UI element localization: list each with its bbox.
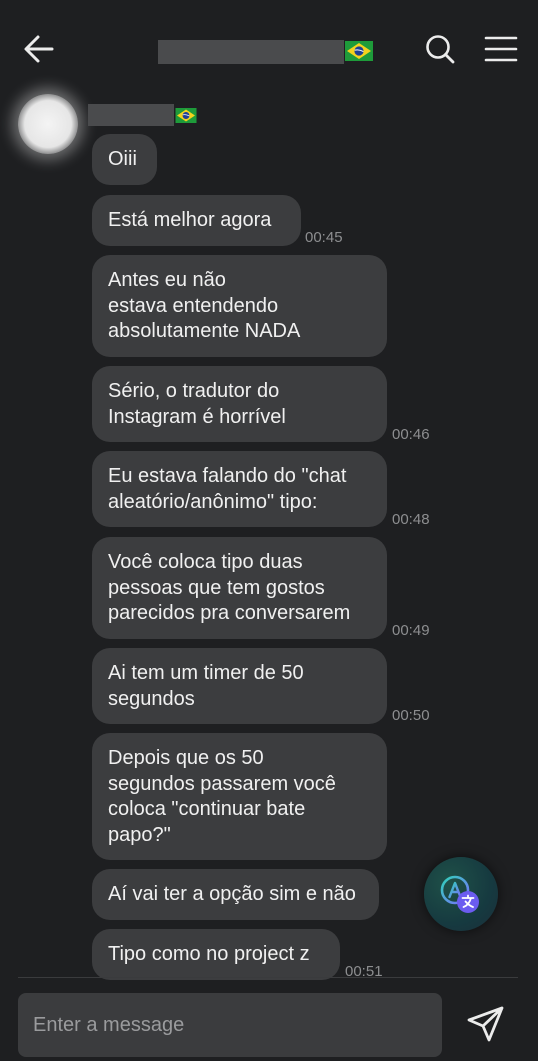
- message-timestamp: 00:46: [392, 426, 430, 443]
- composer-divider: [18, 977, 518, 978]
- hamburger-menu-icon: [484, 36, 518, 62]
- arrow-left-icon: [24, 35, 54, 63]
- chat-header: [0, 0, 538, 100]
- contact-name-redacted: [158, 40, 344, 64]
- send-paper-plane-icon: [467, 1006, 504, 1042]
- brazil-flag-icon: [345, 41, 373, 61]
- search-icon: [426, 35, 455, 64]
- message-bubble[interactable]: Tipo como no project z: [92, 929, 340, 980]
- message-bubble[interactable]: Sério, o tradutor do Instagram é horríve…: [92, 366, 387, 442]
- sender-name-redacted: [88, 104, 174, 126]
- search-button[interactable]: [424, 33, 456, 65]
- translate-button[interactable]: [424, 857, 498, 931]
- back-button[interactable]: [22, 32, 56, 66]
- message-timestamp: 00:48: [392, 511, 430, 528]
- message-timestamp: 00:49: [392, 622, 430, 639]
- message-bubble[interactable]: Aí vai ter a opção sim e não: [92, 869, 379, 920]
- message-input[interactable]: [18, 993, 442, 1057]
- message-bubble[interactable]: Eu estava falando do "chat aleatório/anô…: [92, 451, 387, 527]
- message-timestamp: 00:45: [305, 229, 343, 246]
- avatar[interactable]: [18, 94, 78, 154]
- message-timestamp: 00:50: [392, 707, 430, 724]
- menu-button[interactable]: [484, 34, 518, 64]
- message-bubble[interactable]: Depois que os 50 segundos passarem você …: [92, 733, 387, 860]
- message-bubble[interactable]: Ai tem um timer de 50 segundos: [92, 648, 387, 724]
- send-button[interactable]: [466, 1004, 506, 1044]
- message-bubble[interactable]: Oiii: [92, 134, 157, 185]
- message-bubble[interactable]: Você coloca tipo duas pessoas que tem go…: [92, 537, 387, 639]
- message-bubble[interactable]: Antes eu não estava entendendo absolutam…: [92, 255, 387, 357]
- brazil-flag-icon: [175, 108, 197, 123]
- message-bubble[interactable]: Está melhor agora: [92, 195, 301, 246]
- translate-icon: [440, 875, 479, 913]
